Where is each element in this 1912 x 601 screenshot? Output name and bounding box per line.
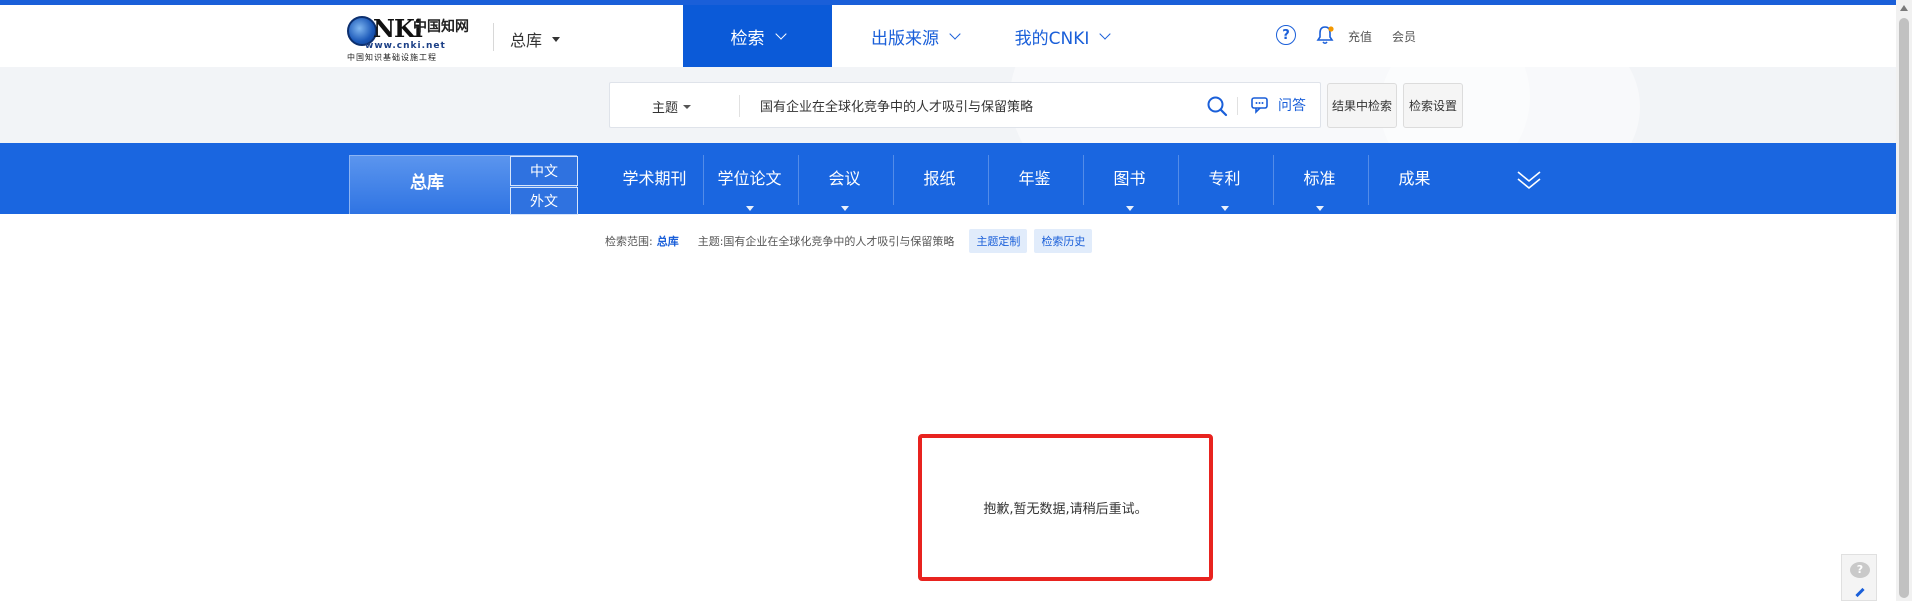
topic-custom-button[interactable]: 主题定制 [969,229,1028,253]
chevron-down-icon [774,28,787,40]
divider [1237,97,1238,115]
lang-chinese-button[interactable]: 中文 [510,156,578,186]
category-achievements[interactable]: 成果 [1367,143,1462,214]
search-field-label: 主题 [652,101,679,116]
tab-publication-sources[interactable]: 出版来源 [850,5,980,67]
category-band: 总库 中文 外文 学术期刊 学位论文 会议 报纸 年鉴 图书 专利 标准 成果 [0,143,1896,215]
all-databases-label: 总库 [410,173,444,193]
database-select[interactable]: 总库 [510,27,561,51]
tab-my-cnki-label: 我的CNKI [1014,28,1090,49]
recharge-link[interactable]: 充值 [1348,28,1372,45]
scroll-up-arrow-icon[interactable] [1900,5,1908,11]
caret-down-icon [1316,206,1324,211]
scroll-thumb[interactable] [1899,18,1909,598]
empty-result-message: 抱歉,暂无数据,请稍后重试。 [983,502,1148,517]
search-in-results-button[interactable]: 结果中检索 [1327,83,1397,128]
category-journals[interactable]: 学术期刊 [607,143,702,214]
logo-subtitle: 中国知识基础设施工程 [347,53,437,62]
vertical-scrollbar[interactable] [1896,0,1912,601]
lang-foreign-button[interactable]: 外文 [510,187,578,215]
category-yearbooks[interactable]: 年鉴 [987,143,1082,214]
qa-button[interactable]: 问答 [1251,95,1306,115]
chevron-down-icon [1099,28,1112,40]
cnki-logo[interactable]: NKi 中国知网 www.cnki.net 中国知识基础设施工程 [347,14,477,62]
logo-cn-name: 中国知网 [413,19,469,35]
search-settings-button[interactable]: 检索设置 [1403,83,1463,128]
category-newspapers[interactable]: 报纸 [892,143,987,214]
tab-search[interactable]: 检索 [683,5,832,67]
chat-icon [1251,97,1268,114]
caret-down-icon [1126,206,1134,211]
scope-label: 检索范围: [605,235,653,248]
category-conferences[interactable]: 会议 [797,143,892,214]
scope-value: 总库 [656,235,679,248]
chevron-down-icon [949,28,961,40]
feedback-bubble-icon: ? [1850,562,1870,578]
empty-result-box: 抱歉,暂无数据,请稍后重试。 [918,434,1213,581]
search-icon[interactable] [1206,95,1228,117]
divider [739,95,740,117]
category-patents[interactable]: 专利 [1177,143,1272,214]
caret-down-icon [841,206,849,211]
bell-icon[interactable] [1314,24,1336,46]
member-link[interactable]: 会员 [1392,28,1416,45]
tab-my-cnki[interactable]: 我的CNKI [1002,5,1122,67]
search-box: 主题 问答 [609,82,1321,128]
tab-search-label: 检索 [730,28,765,49]
category-standards-label: 标准 [1303,169,1336,188]
category-patents-label: 专利 [1208,169,1241,188]
page: NKi 中国知网 www.cnki.net 中国知识基础设施工程 总库 检索 出… [0,0,1912,601]
search-input[interactable] [760,93,1210,117]
category-dissertations[interactable]: 学位论文 [702,143,797,214]
caret-down-icon [552,36,561,42]
category-books[interactable]: 图书 [1082,143,1177,214]
search-field-select[interactable]: 主题 [652,97,692,116]
search-history-button[interactable]: 检索历史 [1034,229,1093,253]
topic-text: 主题:国有企业在全球化竞争中的人才吸引与保留策略 [697,235,955,248]
caret-down-icon [746,206,754,211]
category-standards[interactable]: 标准 [1272,143,1367,214]
caret-down-icon [683,104,692,109]
top-tools: ? 充值 会员 [1276,25,1416,45]
caret-down-icon [1221,206,1229,211]
divider [493,23,494,51]
tab-all-databases[interactable]: 总库 中文 外文 [349,155,578,215]
database-select-label: 总库 [510,31,543,50]
expand-more-icon[interactable] [1516,167,1542,193]
help-icon[interactable]: ? [1276,25,1296,45]
category-dissertations-label: 学位论文 [717,169,782,188]
logo-url: www.cnki.net [365,41,446,51]
feedback-widget[interactable]: ? [1841,554,1877,601]
qa-label: 问答 [1278,98,1306,114]
category-books-label: 图书 [1113,169,1146,188]
category-conferences-label: 会议 [828,169,861,188]
breadcrumb: 检索范围: 总库 主题:国有企业在全球化竞争中的人才吸引与保留策略 主题定制 检… [605,229,1093,253]
tab-publication-sources-label: 出版来源 [871,28,939,49]
top-navbar: NKi 中国知网 www.cnki.net 中国知识基础设施工程 总库 检索 出… [0,5,1896,67]
edit-icon [1855,587,1865,598]
